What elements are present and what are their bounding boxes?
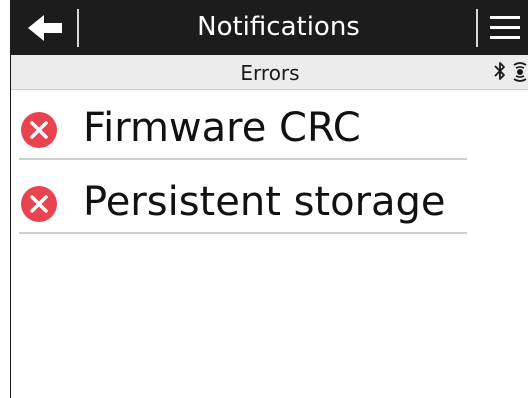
top-bar: Notifications: [11, 0, 528, 55]
section-header: Errors: [11, 55, 528, 90]
device-screen: Notifications Errors Firmware CRC Persis…: [10, 0, 528, 398]
error-icon: [21, 186, 57, 222]
divider: [476, 9, 478, 47]
arrow-left-icon: [28, 15, 62, 41]
hamburger-menu-icon: [490, 36, 520, 39]
list-item[interactable]: Persistent storage: [11, 164, 528, 234]
back-button[interactable]: [17, 8, 75, 48]
bluetooth-icon: [494, 62, 505, 80]
divider: [77, 9, 79, 47]
notification-label: Firmware CRC: [83, 105, 361, 151]
notification-label: Persistent storage: [83, 179, 446, 225]
list-item[interactable]: Firmware CRC: [11, 90, 528, 160]
notification-list: Firmware CRC Persistent storage: [11, 90, 528, 234]
signal-icon: [513, 62, 527, 82]
menu-button[interactable]: [486, 12, 526, 44]
hamburger-menu-icon: [490, 26, 520, 29]
divider: [19, 158, 467, 160]
divider: [19, 232, 467, 234]
page-title: Notifications: [197, 12, 360, 42]
section-title: Errors: [240, 61, 300, 85]
error-icon: [21, 112, 57, 148]
hamburger-menu-icon: [490, 16, 520, 19]
